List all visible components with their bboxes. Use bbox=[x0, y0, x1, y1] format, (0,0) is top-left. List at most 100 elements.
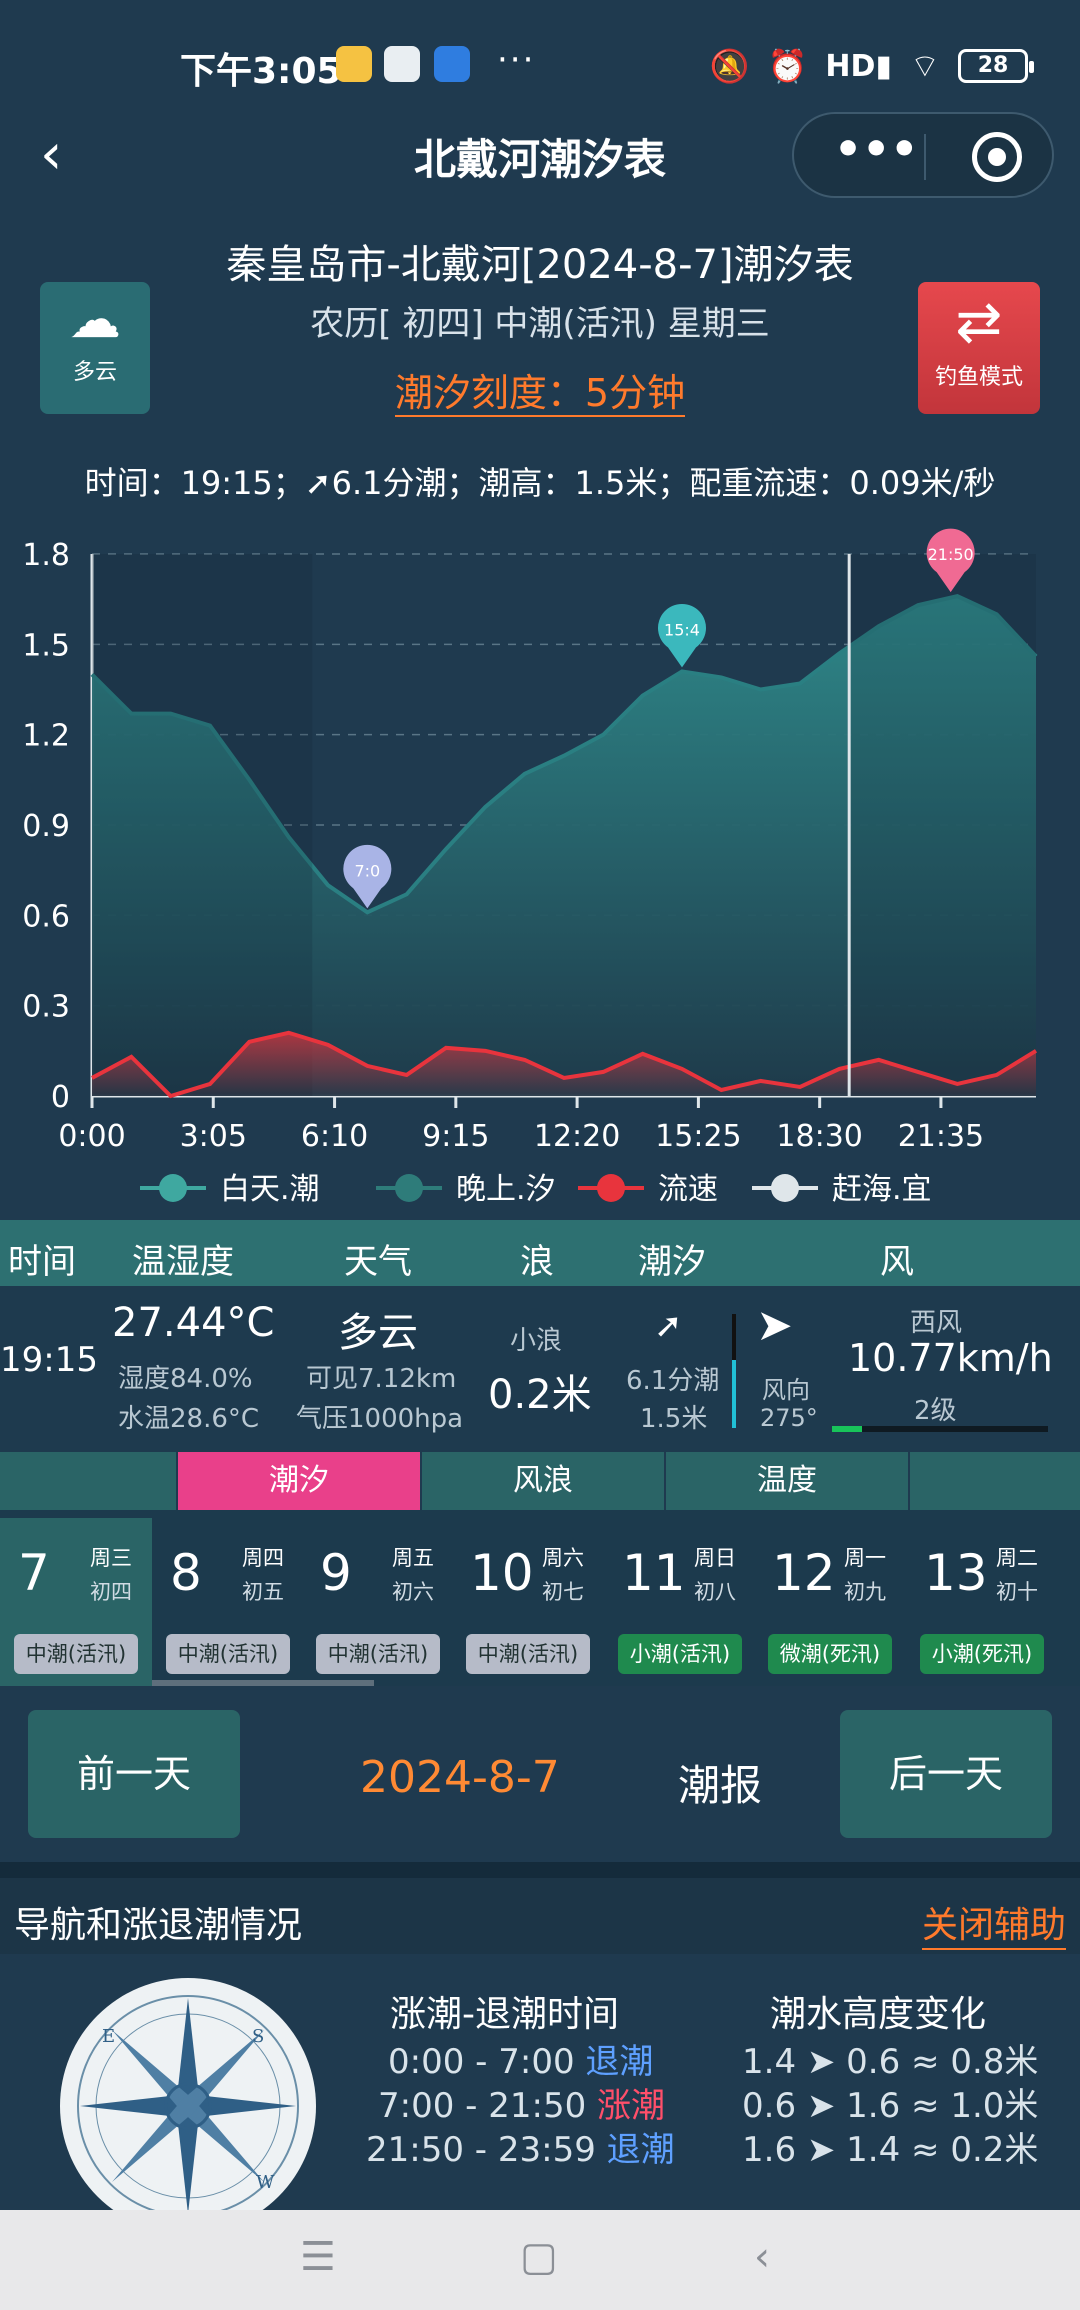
chart-areas bbox=[90, 554, 1038, 1099]
battery-icon: 28 bbox=[958, 49, 1034, 83]
wind-level-track bbox=[832, 1426, 1048, 1432]
day-item[interactable]: 12 周一 初九 微潮(死汛) bbox=[754, 1518, 904, 1674]
day-item[interactable]: 10 周六 初七 中潮(活汛) bbox=[452, 1518, 602, 1674]
ebb-time-range: 0:00 - 7:00 bbox=[388, 2042, 575, 2082]
day-tide-tag: 中潮(活汛) bbox=[166, 1634, 290, 1674]
tide-chart[interactable]: 0 0.3 0.6 0.9 1.2 1.5 1.8 0:00 3:05 6:10 9:15 12:2… bbox=[0, 520, 1080, 1220]
legend-label: 流速 bbox=[658, 1172, 718, 1207]
tide-scale-text: 潮汐刻度：5分钟 bbox=[394, 371, 686, 417]
day-item[interactable]: 13 周二 初十 小潮(死汛) bbox=[906, 1518, 1056, 1674]
ebb-flow-title: 涨潮-退潮时间 bbox=[390, 1994, 619, 2035]
day-number: 12 bbox=[772, 1544, 836, 1602]
mini-program-capsule: ••• bbox=[792, 112, 1054, 198]
section-divider bbox=[0, 1862, 1080, 1878]
row-wind-degree: 275° bbox=[760, 1404, 818, 1432]
tab-temperature[interactable]: 温度 bbox=[664, 1452, 908, 1510]
more-notifications-icon: ··· bbox=[497, 40, 536, 80]
home-icon[interactable]: ▢ bbox=[520, 2234, 558, 2280]
more-menu-icon[interactable]: ••• bbox=[834, 124, 918, 175]
y-tick-label: 1.2 bbox=[22, 719, 70, 754]
col-header-wind: 风 bbox=[880, 1242, 914, 1282]
day-tide-tag: 小潮(死汛) bbox=[920, 1634, 1044, 1674]
col-header-tide: 潮汐 bbox=[638, 1242, 706, 1282]
next-day-button[interactable]: 后一天 bbox=[840, 1710, 1052, 1838]
close-assist-link[interactable]: 关闭辅助 bbox=[921, 1896, 1066, 1950]
status-time: 下午3:05 bbox=[180, 51, 342, 92]
day-weekday: 周三 bbox=[90, 1546, 132, 1570]
alarm-icon: ⏰ bbox=[767, 47, 808, 85]
data-table-row: 19:15 27.44°C 湿度84.0% 水温28.6°C 多云 可见7.12… bbox=[0, 1286, 1080, 1452]
back-nav-icon[interactable]: ‹ bbox=[754, 2234, 770, 2280]
day-number: 7 bbox=[18, 1544, 50, 1602]
ebb-time-range: 21:50 - 23:59 bbox=[366, 2130, 596, 2170]
legend-swatch bbox=[159, 1174, 187, 1202]
day-weekday: 周一 bbox=[844, 1546, 886, 1570]
day-lunar: 初四 bbox=[90, 1580, 132, 1604]
ebb-state: 退潮 bbox=[585, 2042, 654, 2082]
close-target-icon[interactable] bbox=[972, 132, 1022, 182]
ebb-row: 21:50 - 23:59 退潮 bbox=[366, 2122, 675, 2171]
y-tick-label: 0 bbox=[51, 1080, 70, 1115]
svg-text:E: E bbox=[102, 2026, 115, 2047]
signal-icon: HD▮ bbox=[825, 48, 892, 84]
day-tide-tag: 微潮(死汛) bbox=[768, 1634, 892, 1674]
fishing-mode-button[interactable]: ⇄ 钓鱼模式 bbox=[918, 282, 1040, 414]
current-date: 2024-8-7 bbox=[360, 1752, 560, 1803]
ebb-row: 0:00 - 7:00 退潮 bbox=[388, 2034, 653, 2083]
tab-wind-wave[interactable]: 风浪 bbox=[420, 1452, 664, 1510]
row-pressure: 气压1000hpa bbox=[296, 1404, 464, 1434]
row-temperature: 27.44°C bbox=[112, 1300, 275, 1346]
row-weather: 多云 bbox=[338, 1310, 418, 1356]
svg-text:W: W bbox=[256, 2172, 275, 2193]
day-weekday: 周四 bbox=[242, 1546, 284, 1570]
row-humidity: 湿度84.0% bbox=[118, 1364, 253, 1394]
tab-tide[interactable]: 潮汐 bbox=[176, 1452, 420, 1510]
back-icon[interactable]: ‹ bbox=[40, 120, 80, 190]
tide-bar-fill bbox=[732, 1360, 736, 1428]
tide-marker-label: 7:0 bbox=[354, 861, 380, 880]
wifi-icon: ⌔ bbox=[909, 47, 940, 85]
day-lunar: 初五 bbox=[242, 1580, 284, 1604]
current-tide-info: 时间：19:15；➚6.1分潮；潮高：1.5米；配重流速：0.09米/秒 bbox=[84, 464, 996, 502]
day-item[interactable]: 9 周五 初六 中潮(活汛) bbox=[302, 1518, 452, 1674]
x-tick-label: 21:35 bbox=[898, 1119, 984, 1154]
height-change-title: 潮水高度变化 bbox=[770, 1994, 987, 2035]
legend-swatch bbox=[771, 1174, 799, 1202]
notification-app-icon bbox=[336, 46, 372, 82]
notification-app-icon bbox=[434, 46, 470, 82]
x-tick-label: 18:30 bbox=[776, 1119, 862, 1154]
day-number: 11 bbox=[622, 1544, 686, 1602]
row-water-temp: 水温28.6°C bbox=[118, 1404, 260, 1434]
day-lunar: 初七 bbox=[542, 1580, 584, 1604]
notification-app-icon bbox=[384, 46, 420, 82]
night-shade-morning bbox=[92, 554, 313, 1096]
x-tick-label: 0:00 bbox=[58, 1119, 125, 1154]
day-item[interactable]: 11 周日 初八 小潮(活汛) bbox=[604, 1518, 754, 1674]
day-lunar: 初六 bbox=[392, 1580, 434, 1604]
menu-icon[interactable]: ☰ bbox=[300, 2234, 336, 2280]
data-table-header: 时间 温湿度 天气 浪 潮汐 风 bbox=[0, 1220, 1080, 1286]
day-item[interactable]: 7 周三 初四 中潮(活汛) bbox=[0, 1518, 150, 1674]
repeat-icon: ⇄ bbox=[955, 290, 1003, 355]
chart-tabs: 潮汐 风浪 温度 bbox=[0, 1452, 1080, 1510]
svg-text:S: S bbox=[252, 2026, 264, 2047]
tide-marker-label: 15:4 bbox=[664, 620, 700, 639]
row-tide-height: 1.5米 bbox=[640, 1404, 708, 1434]
tide-report-button[interactable]: 潮报 bbox=[678, 1752, 762, 1813]
y-tick-label: 0.6 bbox=[22, 899, 70, 934]
tab-empty-right bbox=[908, 1452, 1080, 1510]
fishing-mode-label: 钓鱼模式 bbox=[934, 365, 1023, 390]
x-tick-label: 9:15 bbox=[422, 1119, 489, 1154]
prev-day-button[interactable]: 前一天 bbox=[28, 1710, 240, 1838]
day-number: 10 bbox=[470, 1544, 534, 1602]
night-shade-evening bbox=[847, 554, 1036, 1096]
tab-empty bbox=[0, 1452, 176, 1510]
day-weekday: 周五 bbox=[392, 1546, 434, 1570]
section-title: 导航和涨退潮情况 bbox=[14, 1905, 303, 1946]
day-lunar: 初九 bbox=[844, 1580, 886, 1604]
day-weekday: 周二 bbox=[996, 1546, 1038, 1570]
day-item[interactable]: 8 周四 初五 中潮(活汛) bbox=[152, 1518, 302, 1674]
mute-icon: 🔕 bbox=[709, 47, 750, 85]
row-wind-dir-label: 风向 bbox=[762, 1376, 810, 1404]
y-axis-labels: 0 0.3 0.6 0.9 1.2 1.5 1.8 bbox=[22, 538, 70, 1115]
